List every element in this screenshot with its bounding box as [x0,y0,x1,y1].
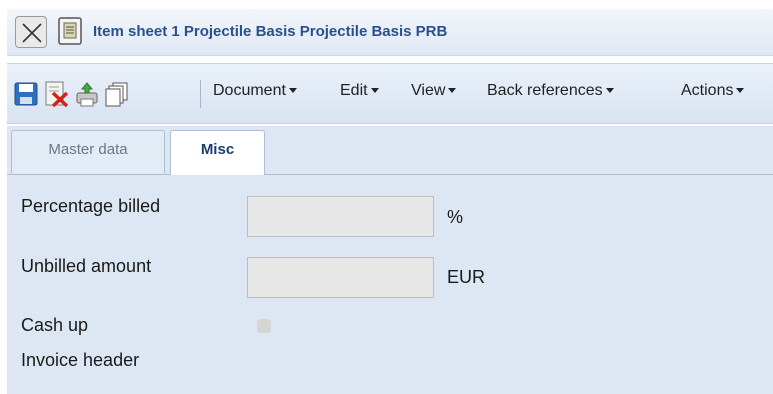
document-icon [58,17,82,45]
close-button[interactable] [15,16,47,48]
percentage-unit: % [447,207,464,227]
chevron-down-icon [448,88,457,94]
unbilled-amount-input[interactable] [247,257,434,298]
menu-document[interactable]: Document [213,82,297,100]
toolbar: Document Edit View Back references Actio… [7,63,773,124]
misc-panel: Percentage billed % Unbilled amount EUR … [7,175,773,394]
menu-label: Actions [681,82,734,99]
menu-edit[interactable]: Edit [340,82,379,100]
cash-up-label: Cash up [21,315,89,335]
invoice-header-label: Invoice header [21,350,140,370]
copy-icon[interactable] [105,81,129,107]
menu-label: Edit [340,82,368,99]
tab-misc[interactable]: Misc [170,130,265,175]
chevron-down-icon [370,88,379,94]
percentage-billed-label: Percentage billed [21,196,161,216]
tab-strip: Master data Misc [7,126,773,175]
percentage-billed-input[interactable] [247,196,434,237]
menu-label: Document [213,82,286,99]
close-icon [22,23,42,43]
menu-label: Back references [487,82,603,99]
menu-label: View [411,82,446,99]
save-icon[interactable] [14,81,38,107]
tab-master-data[interactable]: Master data [11,130,165,173]
menu-actions[interactable]: Actions [681,82,745,100]
cash-up-checkbox[interactable] [257,319,271,333]
title-bar: Item sheet 1 Projectile Basis Projectile… [7,9,773,56]
window-title: Item sheet 1 Projectile Basis Projectile… [93,23,448,40]
chevron-down-icon [288,88,297,94]
currency-unit: EUR [447,267,486,287]
print-icon[interactable] [75,81,99,107]
menu-view[interactable]: View [411,82,457,100]
delete-icon[interactable] [44,81,68,107]
unbilled-amount-label: Unbilled amount [21,256,152,276]
chevron-down-icon [736,88,745,94]
menu-back-references[interactable]: Back references [487,82,614,100]
toolbar-separator [200,80,201,108]
chevron-down-icon [605,88,614,94]
